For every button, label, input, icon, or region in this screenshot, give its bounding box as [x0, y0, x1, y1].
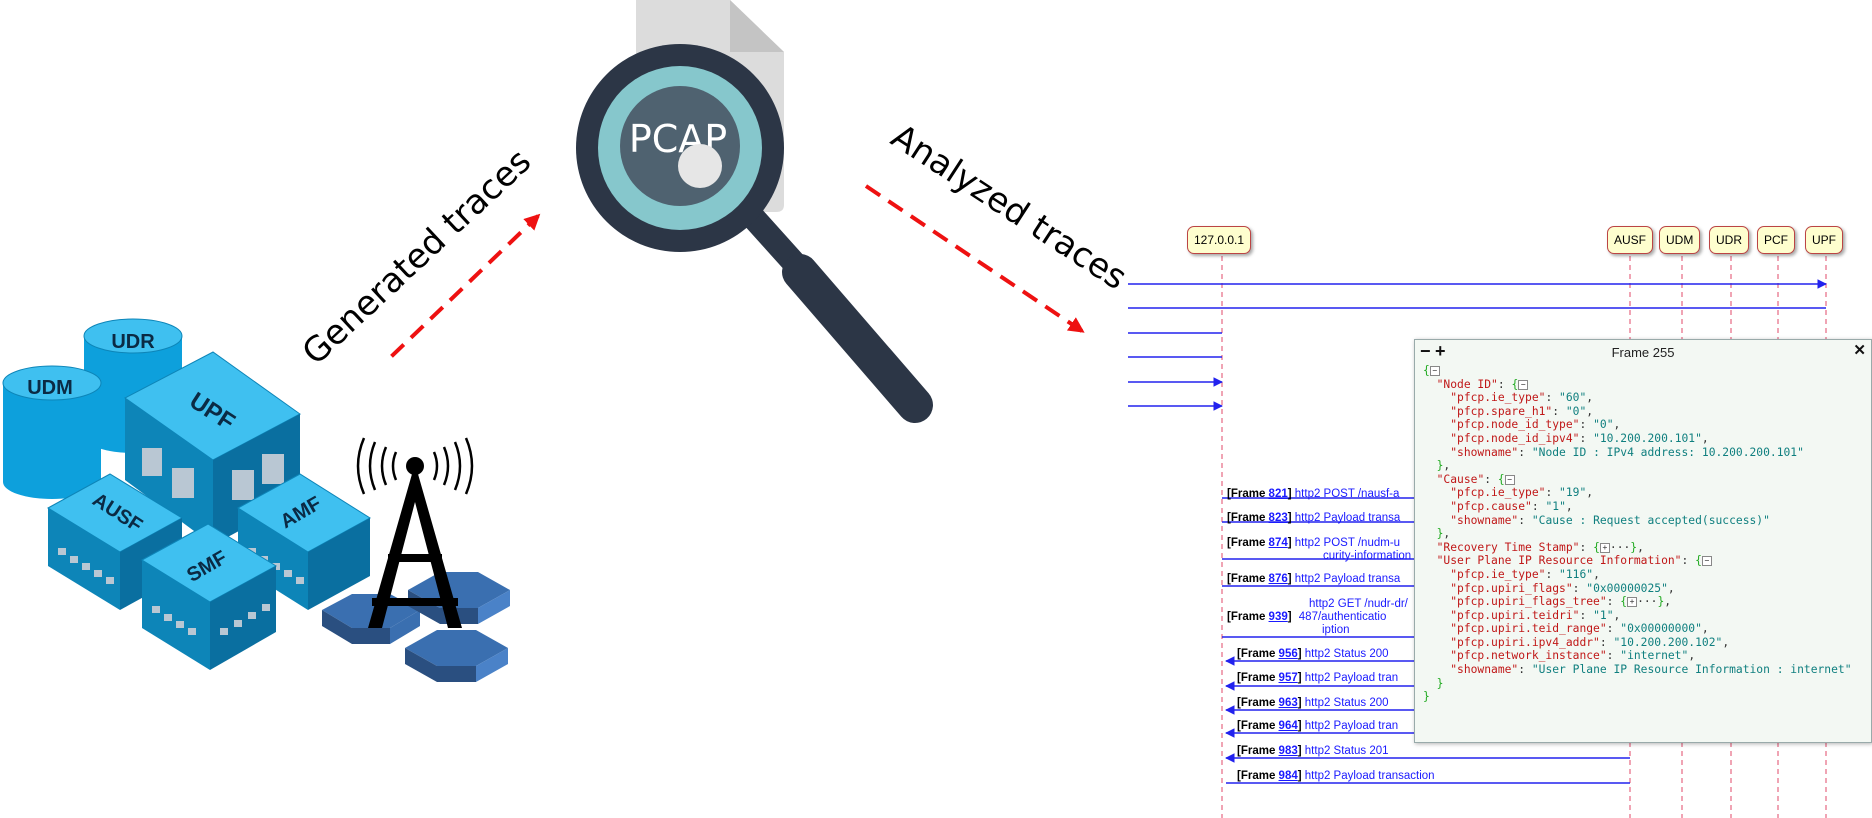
message-label[interactable]: [Frame 984] http2 Payload transaction — [1237, 770, 1435, 783]
message-label[interactable]: [Frame 983] http2 Status 201 — [1237, 745, 1389, 758]
message-label[interactable]: [Frame 823] http2 Payload transa — [1227, 512, 1400, 525]
message-label[interactable]: [Frame 874] http2 POST /nudm-u curity-in… — [1227, 537, 1411, 563]
collapse-toggle-icon[interactable]: − — [1518, 379, 1529, 390]
message-label[interactable]: [Frame 956] http2 Status 200 — [1237, 648, 1389, 661]
collapse-toggle-icon[interactable]: − — [1429, 366, 1440, 376]
participant-localhost[interactable]: 127.0.0.1 — [1187, 226, 1252, 254]
frame-link[interactable]: 876 — [1269, 573, 1288, 585]
message-label[interactable]: [Frame 964] http2 Payload tran — [1237, 720, 1398, 733]
close-icon[interactable]: ✕ — [1853, 341, 1866, 359]
frame-link[interactable]: 983 — [1279, 745, 1298, 757]
frame-link[interactable]: 823 — [1269, 512, 1288, 524]
collapse-toggle-icon[interactable]: − — [1701, 556, 1712, 567]
participant-upf[interactable]: UPF — [1805, 226, 1843, 254]
participant-ausf[interactable]: AUSF — [1607, 226, 1654, 254]
collapse-toggle-icon[interactable]: − — [1504, 474, 1515, 485]
frame-link[interactable]: 964 — [1279, 720, 1298, 732]
message-label[interactable]: [Frame 821] http2 POST /nausf-a — [1227, 488, 1399, 501]
frame-json-tree: {− "Node ID": {− "pfcp.ie_type": "60", "… — [1423, 364, 1852, 704]
participant-udm[interactable]: UDM — [1659, 226, 1701, 254]
expand-toggle-icon[interactable]: + — [1627, 597, 1638, 608]
frame-link[interactable]: 956 — [1279, 648, 1298, 660]
frame-link[interactable]: 984 — [1279, 770, 1298, 782]
frame-link[interactable]: 939 — [1269, 611, 1288, 623]
frame-link[interactable]: 821 — [1269, 488, 1288, 500]
message-label[interactable]: [Frame 876] http2 Payload transa — [1227, 573, 1400, 586]
frame-link[interactable]: 957 — [1279, 672, 1298, 684]
expand-toggle-icon[interactable]: + — [1599, 542, 1610, 553]
popup-titlebar[interactable]: − + Frame 255 ✕ — [1415, 340, 1871, 364]
participant-pcf[interactable]: PCF — [1757, 226, 1795, 254]
frame-detail-popup[interactable]: − + Frame 255 ✕ {− "Node ID": {− "pfcp.i… — [1414, 339, 1872, 743]
message-label[interactable]: [Frame 963] http2 Status 200 — [1237, 697, 1389, 710]
frame-link[interactable]: 963 — [1279, 697, 1298, 709]
participant-udr[interactable]: UDR — [1709, 226, 1749, 254]
frame-link[interactable]: 874 — [1269, 537, 1288, 549]
popup-title: Frame 255 — [1611, 345, 1675, 360]
message-label[interactable]: http2 GET /nudr-dr/ [Frame 939] 487/auth… — [1227, 598, 1408, 637]
message-label[interactable]: [Frame 957] http2 Payload tran — [1237, 672, 1398, 685]
